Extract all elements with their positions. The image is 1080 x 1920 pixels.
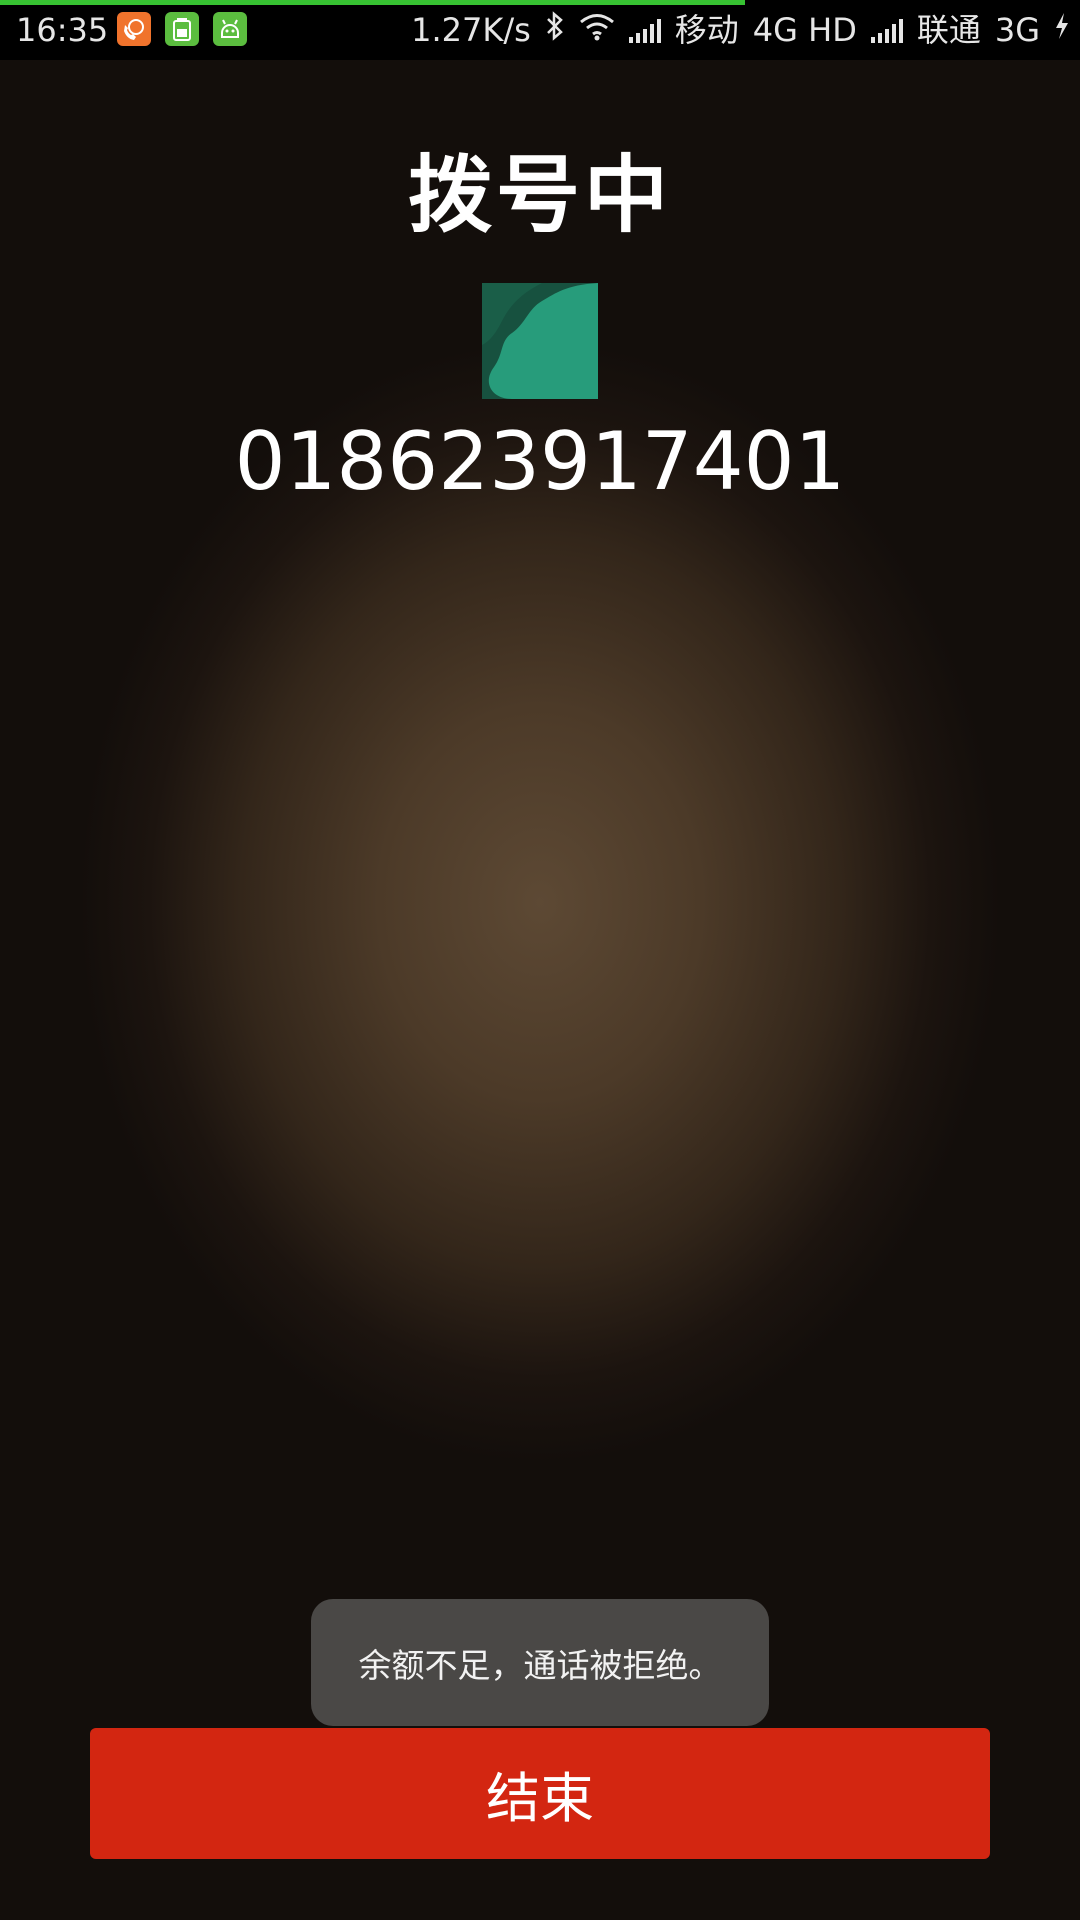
status-bar: 16:35 1.27K/s 移动 4G HD 联通 3G	[0, 0, 1080, 60]
wifi-icon	[579, 10, 615, 50]
status-right-group: 1.27K/s 移动 4G HD 联通 3G	[411, 10, 1070, 50]
contact-avatar	[482, 283, 598, 399]
carrier1-network: 4G HD	[752, 11, 857, 49]
net-speed: 1.27K/s	[411, 11, 531, 49]
end-call-button[interactable]: 结束	[90, 1728, 990, 1859]
battery-app-notification-icon	[165, 12, 199, 46]
charging-icon	[1054, 10, 1070, 50]
android-notification-icon	[213, 12, 247, 46]
download-progress-line	[0, 0, 745, 5]
toast-message: 余额不足，通话被拒绝。	[311, 1599, 769, 1726]
bluetooth-icon	[545, 10, 565, 50]
carrier2-network: 3G	[994, 11, 1040, 49]
signal-icon	[870, 17, 903, 43]
phone-app-notification-icon	[117, 12, 151, 46]
signal-icon	[628, 17, 661, 43]
call-status-title: 拨号中	[407, 146, 672, 244]
phone-number: 018623917401	[234, 415, 846, 508]
status-time: 16:35	[16, 11, 109, 49]
carrier1-name: 移动	[674, 11, 739, 49]
carrier2-name: 联通	[916, 11, 981, 49]
